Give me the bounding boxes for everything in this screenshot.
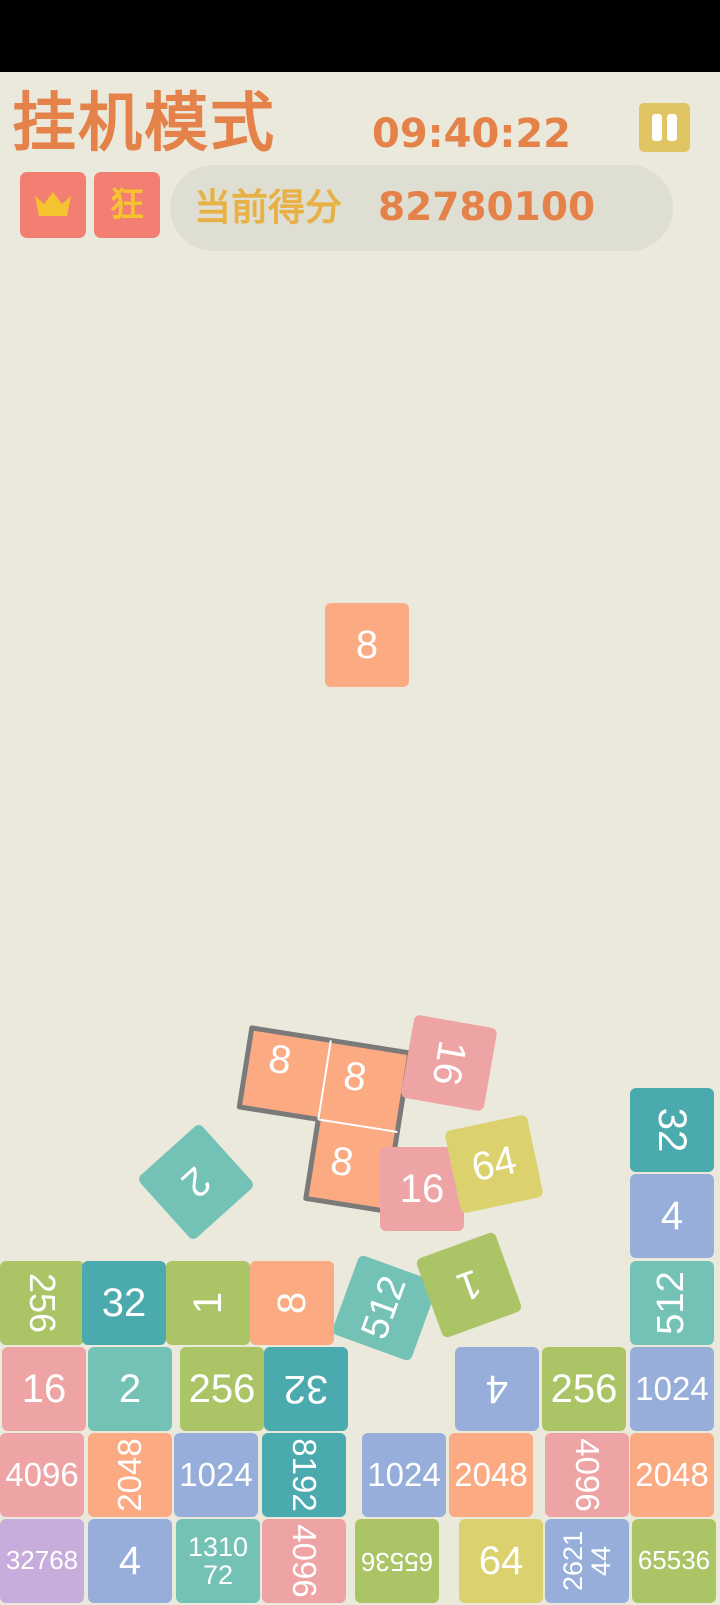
page-title: 挂机模式 [12,87,276,161]
tile: 65536 [632,1519,716,1603]
tile: 4096 [545,1433,629,1517]
status-bar [0,0,720,72]
tile: 1024 [174,1433,258,1517]
tile: 8192 [262,1433,346,1517]
score-label: 当前得分 [194,186,342,229]
tile: 2048 [88,1433,172,1517]
tile: 4096 [262,1519,346,1603]
l-piece-tile: 8 [327,1138,357,1186]
tile: 2048 [449,1433,533,1517]
tile: 64 [459,1519,543,1603]
tile: 1024 [630,1347,714,1431]
tile: 32 [630,1088,714,1172]
tile: 262144 [545,1519,629,1603]
l-piece-tile: 8 [340,1053,370,1101]
tile: 32 [82,1261,166,1345]
tile: 256 [0,1261,84,1345]
clock: 09:40:22 [372,111,571,157]
tile: 2 [88,1347,172,1431]
l-piece-tile: 8 [265,1036,295,1084]
tile: 4 [630,1174,714,1258]
tile: 32 [264,1347,348,1431]
tile: 64 [444,1114,544,1214]
tile: 256 [180,1347,264,1431]
score-panel: 当前得分 82780100 [170,165,673,251]
tile: 16 [400,1014,498,1112]
pause-button[interactable] [639,103,690,152]
tile: 32768 [0,1519,84,1603]
crown-badge[interactable] [20,172,86,238]
tile: 256 [542,1347,626,1431]
tile: 1 [415,1231,523,1339]
tile: 512 [630,1261,714,1345]
tile: 2048 [630,1433,714,1517]
tile: 4 [455,1347,539,1431]
tile: 1 [166,1261,250,1345]
tile: 8 [250,1261,334,1345]
tile: 1024 [362,1433,446,1517]
tile: 131072 [176,1519,260,1603]
tile: 4096 [0,1433,84,1517]
crown-icon [35,192,71,216]
tile: 4 [88,1519,172,1603]
mad-mode-badge[interactable]: 狂 [94,172,160,238]
falling-tile[interactable]: 8 [325,603,409,687]
tile-value: 8 [355,623,379,667]
score-value: 82780100 [378,185,596,230]
tile: 65536 [355,1519,439,1603]
tile: 16 [2,1347,86,1431]
